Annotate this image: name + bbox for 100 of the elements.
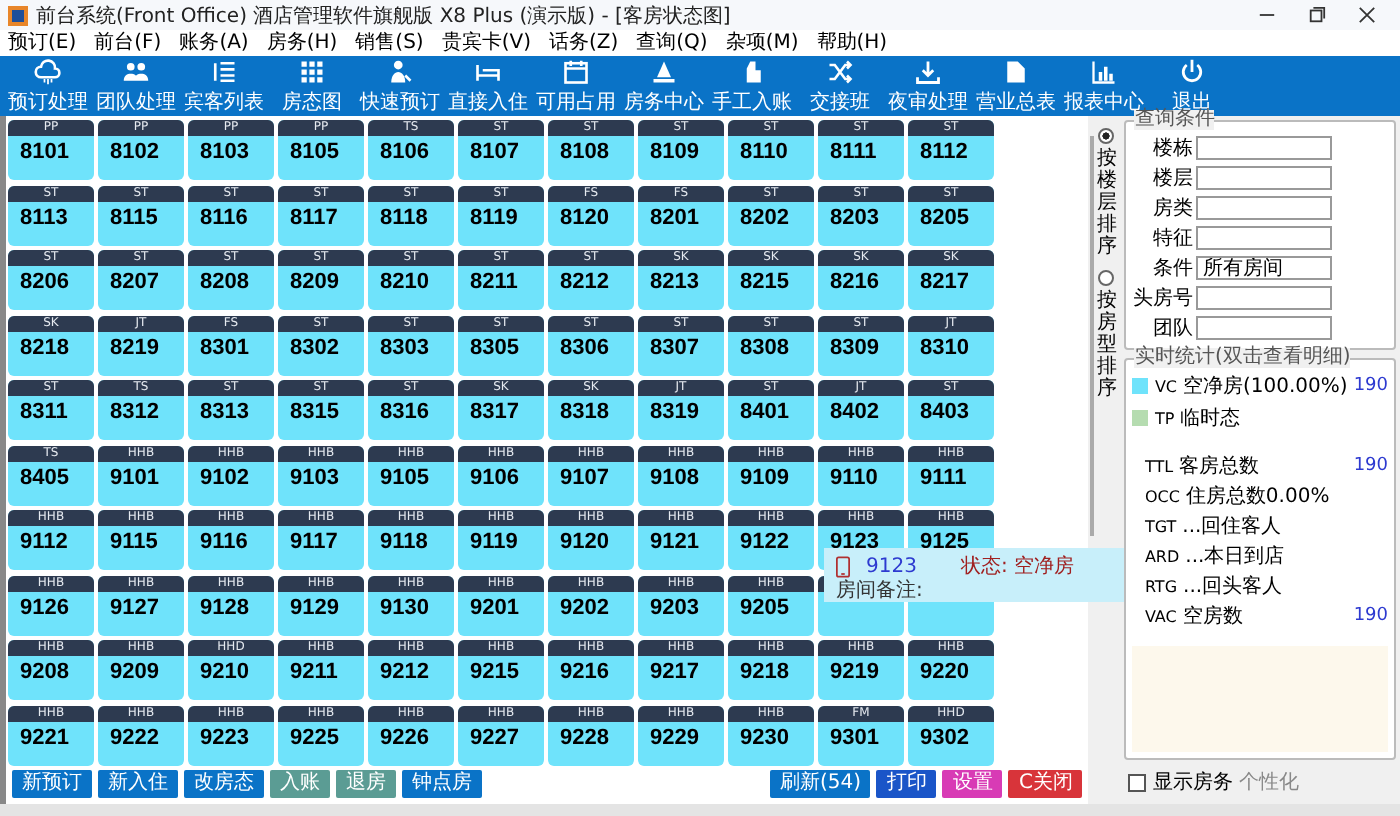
input-field[interactable] bbox=[1196, 286, 1333, 310]
toolbar-button[interactable]: 团队处理 bbox=[92, 56, 180, 116]
toolbar-button[interactable]: 房务中心 bbox=[620, 56, 708, 116]
stat-code: TGT bbox=[1144, 517, 1177, 535]
action-button[interactable]: 新入住 bbox=[98, 770, 178, 798]
field-label: 房类 bbox=[1150, 195, 1193, 222]
action-button[interactable]: 新预订 bbox=[12, 770, 92, 798]
room-number: 9205 bbox=[738, 593, 791, 619]
scroll-track[interactable] bbox=[1090, 136, 1095, 536]
menu-item[interactable]: 帮助(H) bbox=[816, 31, 888, 55]
room-number: 8117 bbox=[288, 203, 340, 229]
input-field[interactable] bbox=[1196, 316, 1333, 340]
room-number: 9121 bbox=[648, 528, 701, 554]
room-number: 9217 bbox=[648, 658, 701, 684]
status-label: 临时态 bbox=[1180, 405, 1241, 432]
toolbar-button[interactable]: 夜审处理 bbox=[884, 56, 972, 116]
room-number: 9110 bbox=[828, 463, 880, 489]
room-number: 9130 bbox=[378, 593, 431, 619]
status-count: 190 bbox=[1353, 376, 1388, 396]
toolbar-button[interactable]: 交接班 bbox=[796, 56, 884, 116]
room-number: 8402 bbox=[828, 398, 881, 424]
status-code: VC bbox=[1154, 377, 1178, 395]
room-number: 9222 bbox=[108, 723, 161, 749]
room-number: 8206 bbox=[18, 268, 71, 294]
toolbar-button[interactable]: 可用占用 bbox=[532, 56, 620, 116]
room-number: 9230 bbox=[738, 723, 791, 749]
room-number: 9128 bbox=[198, 593, 251, 619]
room-number: 9109 bbox=[738, 463, 791, 489]
input-field[interactable] bbox=[1196, 196, 1333, 220]
action-button[interactable]: 钟点房 bbox=[402, 770, 482, 798]
list-icon bbox=[210, 57, 238, 85]
room-number: 9216 bbox=[558, 658, 611, 684]
stat-code: TTL bbox=[1144, 457, 1174, 475]
room-number: 9108 bbox=[648, 463, 701, 489]
room-number: 8202 bbox=[738, 203, 791, 229]
room-number: 9101 bbox=[108, 463, 161, 489]
action-button[interactable]: 设置 bbox=[942, 770, 1003, 798]
room-number: 8306 bbox=[558, 333, 611, 359]
action-button[interactable]: 打印 bbox=[876, 770, 937, 798]
menu-item[interactable]: 账务(A) bbox=[179, 31, 249, 55]
toolbar-button[interactable]: 直接入住 bbox=[444, 56, 532, 116]
toolbar-button[interactable]: 房态图 bbox=[268, 56, 356, 116]
room-number: 8110 bbox=[738, 138, 790, 164]
room-number: 8108 bbox=[558, 138, 611, 164]
room-number: 9117 bbox=[288, 528, 340, 554]
room-number: 9201 bbox=[468, 593, 521, 619]
room-number: 8211 bbox=[468, 268, 520, 294]
room-number: 8403 bbox=[918, 398, 971, 424]
input-field[interactable] bbox=[1196, 226, 1333, 250]
maximize-icon[interactable] bbox=[1308, 6, 1326, 24]
toolbar-button[interactable]: 营业总表 bbox=[972, 56, 1060, 116]
toolbar-button[interactable]: 宾客列表 bbox=[180, 56, 268, 116]
toolbar-button[interactable]: 手工入账 bbox=[708, 56, 796, 116]
menu-item[interactable]: 贵宾卡(V) bbox=[441, 31, 531, 55]
room-number: 8318 bbox=[558, 398, 611, 424]
room-number: 8311 bbox=[18, 398, 70, 424]
grid-icon bbox=[298, 57, 326, 85]
room-number: 8201 bbox=[648, 203, 701, 229]
radio-button[interactable] bbox=[1098, 270, 1115, 286]
action-button[interactable]: 刷新(54) bbox=[769, 770, 871, 798]
room-number: 8205 bbox=[918, 203, 971, 229]
action-button[interactable]: C关闭 bbox=[1008, 770, 1083, 798]
room-number: 9112 bbox=[18, 528, 70, 554]
room-number: 8305 bbox=[468, 333, 521, 359]
room-number: 8101 bbox=[18, 138, 71, 164]
menu-item[interactable]: 查询(Q) bbox=[636, 31, 708, 55]
status-label: 空净房(100.00%) bbox=[1183, 373, 1348, 400]
close-icon[interactable] bbox=[1358, 6, 1376, 24]
stat-code: OCC bbox=[1144, 487, 1180, 505]
toolbar-button[interactable]: 快速预订 bbox=[356, 56, 444, 116]
field-label: 楼层 bbox=[1150, 165, 1193, 192]
field-label: 头房号 bbox=[1132, 285, 1193, 312]
room-number: 8208 bbox=[198, 268, 251, 294]
room-number: 8217 bbox=[918, 268, 971, 294]
input-field[interactable] bbox=[1196, 166, 1333, 190]
room-number: 8207 bbox=[108, 268, 161, 294]
toolbar-button[interactable]: 预订处理 bbox=[4, 56, 92, 116]
menu-item[interactable]: 前台(F) bbox=[94, 31, 162, 55]
radio-label: 按房型排序 bbox=[1096, 290, 1117, 400]
menu-item[interactable]: 话务(Z) bbox=[548, 31, 619, 55]
menu-item[interactable]: 杂项(M) bbox=[725, 31, 799, 55]
room-number: 9107 bbox=[558, 463, 611, 489]
menu-item[interactable]: 销售(S) bbox=[355, 31, 424, 55]
room-number: 9218 bbox=[738, 658, 791, 684]
menu-item[interactable]: 房务(H) bbox=[266, 31, 338, 55]
app-icon bbox=[8, 5, 28, 25]
room-number: 9215 bbox=[468, 658, 521, 684]
room-number: 8316 bbox=[378, 398, 431, 424]
radio-button[interactable] bbox=[1098, 128, 1115, 144]
field-label: 条件 bbox=[1150, 256, 1193, 282]
action-button[interactable]: 改房态 bbox=[184, 770, 264, 798]
room-number: 8106 bbox=[378, 138, 431, 164]
room-number: 8317 bbox=[468, 398, 521, 424]
room-number: 8111 bbox=[828, 138, 879, 164]
stat-label: 空房数 bbox=[1182, 603, 1243, 630]
menu-item[interactable]: 预订(E) bbox=[8, 31, 77, 55]
input-field[interactable] bbox=[1196, 136, 1333, 160]
stat-code: VAC bbox=[1144, 607, 1177, 625]
room-number: 8308 bbox=[738, 333, 791, 359]
checkbox[interactable] bbox=[1128, 773, 1147, 791]
